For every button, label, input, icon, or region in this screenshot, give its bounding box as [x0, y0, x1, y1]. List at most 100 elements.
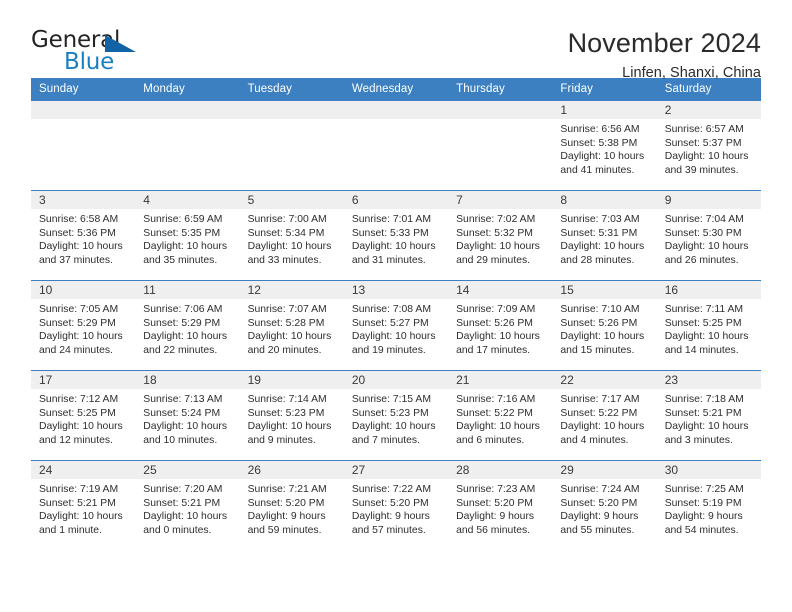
day-details: Sunrise: 6:59 AM Sunset: 5:35 PM Daylight:…: [135, 209, 239, 267]
daylight-text-line1: Daylight: 10 hours: [351, 331, 436, 343]
day-number: 21: [448, 371, 553, 389]
daylight-text-line1: Daylight: 10 hours: [664, 241, 749, 253]
sunrise-text: Sunrise: 7:18 AM: [664, 394, 744, 405]
daylight-text-line1: Daylight: 9 hours: [664, 511, 743, 523]
day-details: Sunrise: 7:13 AM Sunset: 5:24 PM Daylight:…: [135, 389, 239, 447]
calendar-day-cell[interactable]: 14 Sunrise: 7:09 AM Sunset: 5:26 PM Dayligh…: [448, 280, 553, 371]
calendar-cell-inner: 18 Sunrise: 7:13 AM Sunset: 5:24 PM Dayligh…: [135, 371, 240, 460]
sunset-text: Sunset: 5:27 PM: [351, 317, 429, 329]
calendar-day-cell[interactable]: 25 Sunrise: 7:20 AM Sunset: 5:21 PM Dayligh…: [135, 460, 240, 550]
sunset-text: Sunset: 5:24 PM: [143, 407, 221, 419]
daylight-text-line1: Daylight: 9 hours: [247, 511, 326, 523]
calendar-day-cell[interactable]: 28 Sunrise: 7:23 AM Sunset: 5:20 PM Dayligh…: [448, 460, 553, 550]
day-details: Sunrise: 7:15 AM Sunset: 5:23 PM Daylight:…: [344, 389, 448, 447]
calendar-cell-inner: 14 Sunrise: 7:09 AM Sunset: 5:26 PM Dayligh…: [448, 281, 553, 370]
sunset-text: Sunset: 5:29 PM: [39, 317, 116, 329]
calendar-day-cell[interactable]: 4 Sunrise: 6:59 AM Sunset: 5:35 PM Daylight…: [135, 190, 240, 281]
calendar-day-cell[interactable]: 16 Sunrise: 7:11 AM Sunset: 5:25 PM Dayligh…: [656, 280, 761, 371]
calendar-day-cell[interactable]: 30 Sunrise: 7:25 AM Sunset: 5:19 PM Dayligh…: [656, 460, 761, 550]
logo-text-blue: Blue: [64, 49, 115, 75]
day-number: 29: [552, 461, 657, 479]
calendar-day-cell[interactable]: 9 Sunrise: 7:04 AM Sunset: 5:30 PM Daylight…: [656, 190, 761, 281]
calendar-day-cell[interactable]: 29 Sunrise: 7:24 AM Sunset: 5:20 PM Dayligh…: [552, 460, 657, 550]
sunset-text: Sunset: 5:23 PM: [247, 407, 325, 419]
calendar-cell-inner: [239, 101, 344, 190]
calendar-day-cell[interactable]: 13 Sunrise: 7:08 AM Sunset: 5:27 PM Dayligh…: [343, 280, 449, 371]
day-details: Sunrise: 7:09 AM Sunset: 5:26 PM Daylight:…: [448, 299, 552, 357]
day-number: 14: [448, 281, 553, 299]
sunrise-text: Sunrise: 7:11 AM: [664, 304, 744, 315]
calendar-day-cell[interactable]: 1 Sunrise: 6:56 AM Sunset: 5:38 PM Daylight…: [552, 101, 657, 191]
calendar-day-cell[interactable]: 7 Sunrise: 7:02 AM Sunset: 5:32 PM Daylight…: [448, 190, 553, 281]
calendar-cell-inner: 29 Sunrise: 7:24 AM Sunset: 5:20 PM Dayligh…: [552, 461, 657, 550]
calendar-cell-inner: 28 Sunrise: 7:23 AM Sunset: 5:20 PM Dayligh…: [448, 461, 553, 550]
daylight-text-line1: Daylight: 10 hours: [456, 331, 540, 343]
daylight-text-line1: Daylight: 9 hours: [456, 511, 535, 523]
sunset-text: Sunset: 5:34 PM: [247, 227, 325, 239]
calendar-day-cell[interactable]: 6 Sunrise: 7:01 AM Sunset: 5:33 PM Daylight…: [343, 190, 449, 281]
calendar-day-cell[interactable]: 20 Sunrise: 7:15 AM Sunset: 5:23 PM Dayligh…: [343, 370, 449, 461]
daylight-text-line1: Daylight: 10 hours: [456, 241, 540, 253]
day-details: Sunrise: 7:24 AM Sunset: 5:20 PM Daylight:…: [552, 479, 656, 537]
calendar-cell-inner: 26 Sunrise: 7:21 AM Sunset: 5:20 PM Dayligh…: [239, 461, 344, 550]
sunrise-text: Sunrise: 7:17 AM: [560, 394, 640, 405]
calendar-day-cell[interactable]: 11 Sunrise: 7:06 AM Sunset: 5:29 PM Dayligh…: [135, 280, 240, 371]
daylight-text-line2: and 9 minutes.: [247, 434, 316, 446]
calendar-cell-inner: 6 Sunrise: 7:01 AM Sunset: 5:33 PM Daylight…: [343, 191, 449, 280]
generalblue-logo[interactable]: General Blue: [31, 27, 151, 79]
day-number: 23: [656, 371, 761, 389]
sunrise-text: Sunrise: 7:14 AM: [247, 394, 327, 405]
day-number: [343, 101, 449, 119]
day-number: [448, 101, 553, 119]
weekday-header-thursday: Thursday: [448, 78, 553, 101]
daylight-text-line2: and 57 minutes.: [351, 524, 426, 536]
sunrise-text: Sunrise: 7:04 AM: [664, 214, 744, 225]
day-number: 18: [135, 371, 240, 389]
day-number: 4: [135, 191, 240, 209]
calendar-day-cell[interactable]: 15 Sunrise: 7:10 AM Sunset: 5:26 PM Dayligh…: [552, 280, 657, 371]
calendar-day-cell[interactable]: 17 Sunrise: 7:12 AM Sunset: 5:25 PM Dayligh…: [31, 370, 136, 461]
sunset-text: Sunset: 5:25 PM: [39, 407, 116, 419]
daylight-text-line2: and 14 minutes.: [664, 344, 739, 356]
sunset-text: Sunset: 5:37 PM: [664, 137, 742, 149]
day-details: Sunrise: 7:02 AM Sunset: 5:32 PM Daylight:…: [448, 209, 552, 267]
daylight-text-line2: and 41 minutes.: [560, 164, 635, 176]
calendar-day-cell[interactable]: 19 Sunrise: 7:14 AM Sunset: 5:23 PM Dayligh…: [239, 370, 344, 461]
page-header: General Blue November 2024 Linfen, Shanx…: [31, 0, 761, 81]
calendar-cell-empty: [239, 101, 344, 191]
calendar-day-cell[interactable]: 22 Sunrise: 7:17 AM Sunset: 5:22 PM Dayligh…: [552, 370, 657, 461]
calendar-cell-inner: 7 Sunrise: 7:02 AM Sunset: 5:32 PM Daylight…: [448, 191, 553, 280]
calendar-cell-inner: 3 Sunrise: 6:58 AM Sunset: 5:36 PM Daylight…: [31, 191, 136, 280]
calendar-cell-inner: 25 Sunrise: 7:20 AM Sunset: 5:21 PM Dayligh…: [135, 461, 240, 550]
calendar-day-cell[interactable]: 5 Sunrise: 7:00 AM Sunset: 5:34 PM Daylight…: [239, 190, 344, 281]
calendar-day-cell[interactable]: 12 Sunrise: 7:07 AM Sunset: 5:28 PM Dayligh…: [239, 280, 344, 371]
sunset-text: Sunset: 5:31 PM: [560, 227, 638, 239]
calendar-day-cell[interactable]: 24 Sunrise: 7:19 AM Sunset: 5:21 PM Dayligh…: [31, 460, 136, 550]
calendar-cell-inner: 27 Sunrise: 7:22 AM Sunset: 5:20 PM Dayligh…: [343, 461, 449, 550]
sunset-text: Sunset: 5:36 PM: [39, 227, 116, 239]
calendar-day-cell[interactable]: 23 Sunrise: 7:18 AM Sunset: 5:21 PM Dayligh…: [656, 370, 761, 461]
daylight-text-line1: Daylight: 10 hours: [247, 421, 332, 433]
day-details: Sunrise: 7:14 AM Sunset: 5:23 PM Daylight:…: [240, 389, 344, 447]
calendar-day-cell[interactable]: 26 Sunrise: 7:21 AM Sunset: 5:20 PM Dayligh…: [239, 460, 344, 550]
day-details: Sunrise: 6:58 AM Sunset: 5:36 PM Daylight:…: [31, 209, 135, 267]
calendar-day-cell[interactable]: 2 Sunrise: 6:57 AM Sunset: 5:37 PM Daylight…: [656, 101, 761, 191]
calendar-day-cell[interactable]: 21 Sunrise: 7:16 AM Sunset: 5:22 PM Dayligh…: [448, 370, 553, 461]
sunrise-text: Sunrise: 7:09 AM: [456, 304, 536, 315]
sunrise-text: Sunrise: 6:56 AM: [560, 124, 640, 135]
calendar-cell-inner: 30 Sunrise: 7:25 AM Sunset: 5:19 PM Dayligh…: [656, 461, 761, 550]
calendar-day-cell[interactable]: 10 Sunrise: 7:05 AM Sunset: 5:29 PM Dayligh…: [31, 280, 136, 371]
calendar-day-cell[interactable]: 3 Sunrise: 6:58 AM Sunset: 5:36 PM Daylight…: [31, 190, 136, 281]
calendar-day-cell[interactable]: 18 Sunrise: 7:13 AM Sunset: 5:24 PM Dayligh…: [135, 370, 240, 461]
calendar-day-cell[interactable]: 27 Sunrise: 7:22 AM Sunset: 5:20 PM Dayligh…: [343, 460, 449, 550]
daylight-text-line2: and 12 minutes.: [39, 434, 113, 446]
day-number: 5: [239, 191, 344, 209]
sunset-text: Sunset: 5:28 PM: [247, 317, 325, 329]
day-details: Sunrise: 7:18 AM Sunset: 5:21 PM Daylight:…: [657, 389, 761, 447]
daylight-text-line1: Daylight: 10 hours: [560, 241, 645, 253]
sunrise-text: Sunrise: 7:03 AM: [560, 214, 640, 225]
daylight-text-line1: Daylight: 10 hours: [143, 241, 228, 253]
weekday-header-friday: Friday: [552, 78, 657, 101]
calendar-day-cell[interactable]: 8 Sunrise: 7:03 AM Sunset: 5:31 PM Daylight…: [552, 190, 657, 281]
day-number: 2: [656, 101, 761, 119]
